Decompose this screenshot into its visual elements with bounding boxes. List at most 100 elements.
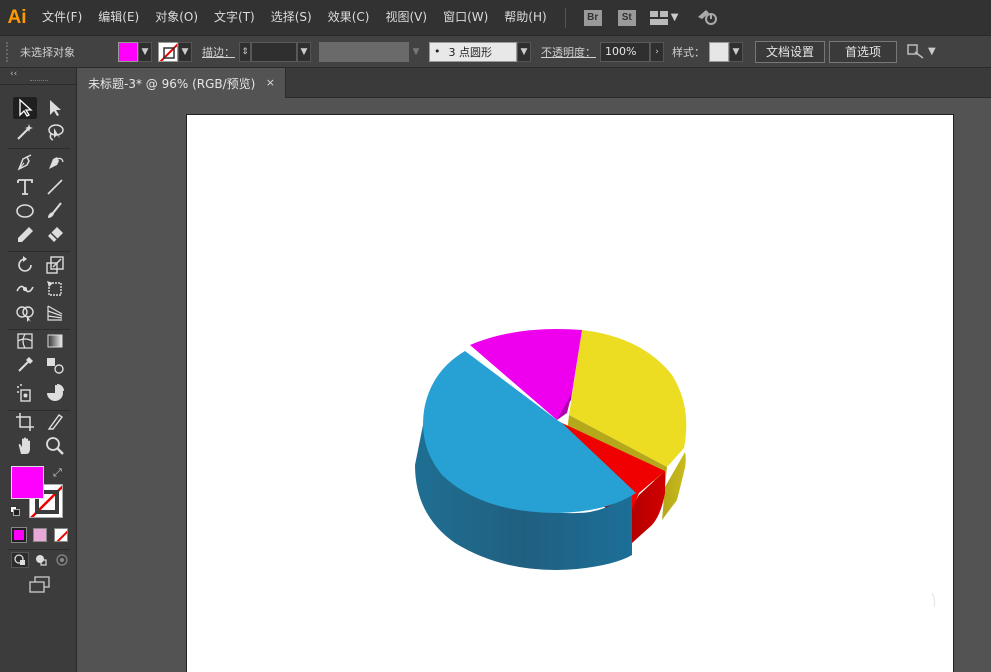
style-label: 样式：	[672, 45, 705, 59]
menu-file[interactable]: 文件(F)	[34, 0, 90, 35]
stock-button[interactable]: St	[617, 9, 636, 26]
stroke-weight-field[interactable]	[251, 41, 297, 62]
scale-tool[interactable]	[43, 254, 67, 276]
draw-normal-icon[interactable]	[11, 552, 29, 568]
workspace-grid-icon	[649, 10, 668, 25]
menu-window[interactable]: 窗口(W)	[435, 0, 496, 35]
canvas-area[interactable]	[78, 98, 991, 672]
draw-inside-icon[interactable]	[53, 552, 71, 568]
gradient-tool[interactable]	[43, 330, 67, 352]
curvature-tool[interactable]	[43, 152, 67, 174]
fill-swatch[interactable]	[118, 41, 138, 62]
menu-object[interactable]: 对象(O)	[147, 0, 206, 35]
no-stroke-icon	[159, 43, 177, 61]
shape-builder-tool[interactable]	[13, 302, 37, 324]
hand-tool[interactable]	[13, 435, 37, 457]
graphic-style-swatch[interactable]	[709, 41, 729, 62]
stroke-weight-dropdown[interactable]: ▼	[297, 41, 311, 62]
brush-definition[interactable]: • 3 点圆形	[429, 41, 517, 62]
artboard-mark	[931, 592, 936, 608]
illustrator-window: Ai 文件(F) 编辑(E) 对象(O) 文字(T) 选择(S) 效果(C) 视…	[0, 0, 991, 672]
fill-dropdown[interactable]: ▼	[138, 41, 152, 62]
menu-effect[interactable]: 效果(C)	[320, 0, 378, 35]
color-mode-button[interactable]	[11, 527, 27, 543]
collapse-icon[interactable]: ‹‹	[10, 69, 17, 79]
selection-tool[interactable]	[13, 97, 37, 119]
menu-type[interactable]: 文字(T)	[206, 0, 263, 35]
chevron-down-icon: ▼	[928, 46, 936, 57]
eyedropper-tool[interactable]	[13, 354, 37, 376]
swap-fill-stroke-icon[interactable]: ⤢	[53, 466, 62, 480]
opacity-label[interactable]: 不透明度：	[541, 44, 596, 60]
magic-wand-tool[interactable]	[13, 121, 37, 143]
close-icon[interactable]: ×	[266, 76, 275, 89]
tools-divider	[8, 148, 70, 149]
slice-tool[interactable]	[43, 411, 67, 433]
brush-dot-icon: •	[434, 45, 441, 58]
stroke-swatch[interactable]	[158, 41, 178, 62]
rotate-tool[interactable]	[13, 254, 37, 276]
control-bar-grip[interactable]	[6, 41, 14, 62]
symbol-sprayer-tool[interactable]	[13, 382, 37, 404]
gradient-mode-button[interactable]	[33, 528, 47, 542]
default-fill-stroke-icon[interactable]	[10, 506, 20, 516]
tools-divider	[8, 549, 70, 550]
profile-dropdown[interactable]: ▼	[409, 41, 423, 62]
gpu-performance-icon[interactable]	[696, 7, 718, 29]
stroke-weight-stepper[interactable]: ⇕	[239, 41, 251, 62]
tools-divider	[8, 251, 70, 252]
menu-select[interactable]: 选择(S)	[263, 0, 320, 35]
stroke-dropdown[interactable]: ▼	[178, 41, 192, 62]
pencil-tool[interactable]	[13, 224, 37, 246]
width-tool[interactable]	[13, 278, 37, 300]
menu-help[interactable]: 帮助(H)	[496, 0, 554, 35]
document-tab-title: 未标题-3* @ 96% (RGB/预览)	[88, 76, 256, 91]
preferences-button[interactable]: 首选项	[829, 40, 897, 63]
selection-status: 未选择对象	[20, 45, 75, 59]
type-tool[interactable]	[13, 176, 37, 198]
panel-grip	[30, 80, 48, 82]
menu-bar: Ai 文件(F) 编辑(E) 对象(O) 文字(T) 选择(S) 效果(C) 视…	[0, 0, 991, 35]
stroke-label[interactable]: 描边：	[202, 44, 235, 60]
draw-behind-icon[interactable]	[32, 552, 50, 568]
column-graph-tool[interactable]	[43, 382, 67, 404]
control-bar: 未选择对象 ▼ ▼ 描边： ⇕ ▼ ▼ • 3 点圆形 ▼ 不透明度： 100%…	[0, 35, 991, 68]
opacity-arrow[interactable]: ›	[650, 41, 664, 62]
artboard[interactable]	[186, 114, 954, 672]
none-mode-button[interactable]	[54, 528, 68, 542]
blend-tool[interactable]	[43, 354, 67, 376]
menu-divider	[564, 7, 566, 28]
style-dropdown[interactable]: ▼	[729, 41, 743, 62]
tools-panel-header[interactable]: ‹‹	[0, 68, 76, 85]
document-setup-button[interactable]: 文档设置	[755, 40, 825, 63]
menu-view[interactable]: 视图(V)	[377, 0, 435, 35]
menu-edit[interactable]: 编辑(E)	[90, 0, 147, 35]
pen-tool[interactable]	[13, 152, 37, 174]
eraser-tool[interactable]	[43, 224, 67, 246]
screen-mode-icon[interactable]	[29, 576, 51, 598]
opacity-field[interactable]: 100%	[600, 41, 650, 62]
workspace-switcher[interactable]: ▼	[649, 10, 679, 25]
perspective-grid-tool[interactable]	[43, 302, 67, 324]
free-transform-tool[interactable]	[43, 278, 67, 300]
brush-value: 3 点圆形	[448, 45, 493, 59]
paintbrush-tool[interactable]	[43, 200, 67, 222]
mesh-tool[interactable]	[13, 330, 37, 352]
brush-dropdown[interactable]: ▼	[517, 41, 531, 62]
zoom-tool[interactable]	[43, 435, 67, 457]
chevron-down-icon: ▼	[670, 12, 679, 23]
pie-chart-3d[interactable]	[187, 115, 955, 672]
arrange-documents-icon[interactable]: ▼	[907, 43, 936, 60]
document-tab-bar: 未标题-3* @ 96% (RGB/预览) ×	[78, 68, 991, 98]
tools-panel: ‹‹ ⤢	[0, 68, 77, 672]
ellipse-tool[interactable]	[13, 200, 37, 222]
fill-color-box[interactable]	[11, 466, 44, 499]
lasso-tool[interactable]	[43, 121, 67, 143]
direct-selection-tool[interactable]	[43, 97, 67, 119]
document-tab[interactable]: 未标题-3* @ 96% (RGB/预览) ×	[78, 68, 286, 98]
variable-width-profile[interactable]	[319, 41, 409, 62]
bridge-button[interactable]: Br	[583, 9, 602, 26]
line-segment-tool[interactable]	[43, 176, 67, 198]
app-logo: Ai	[7, 6, 27, 28]
artboard-tool[interactable]	[13, 411, 37, 433]
